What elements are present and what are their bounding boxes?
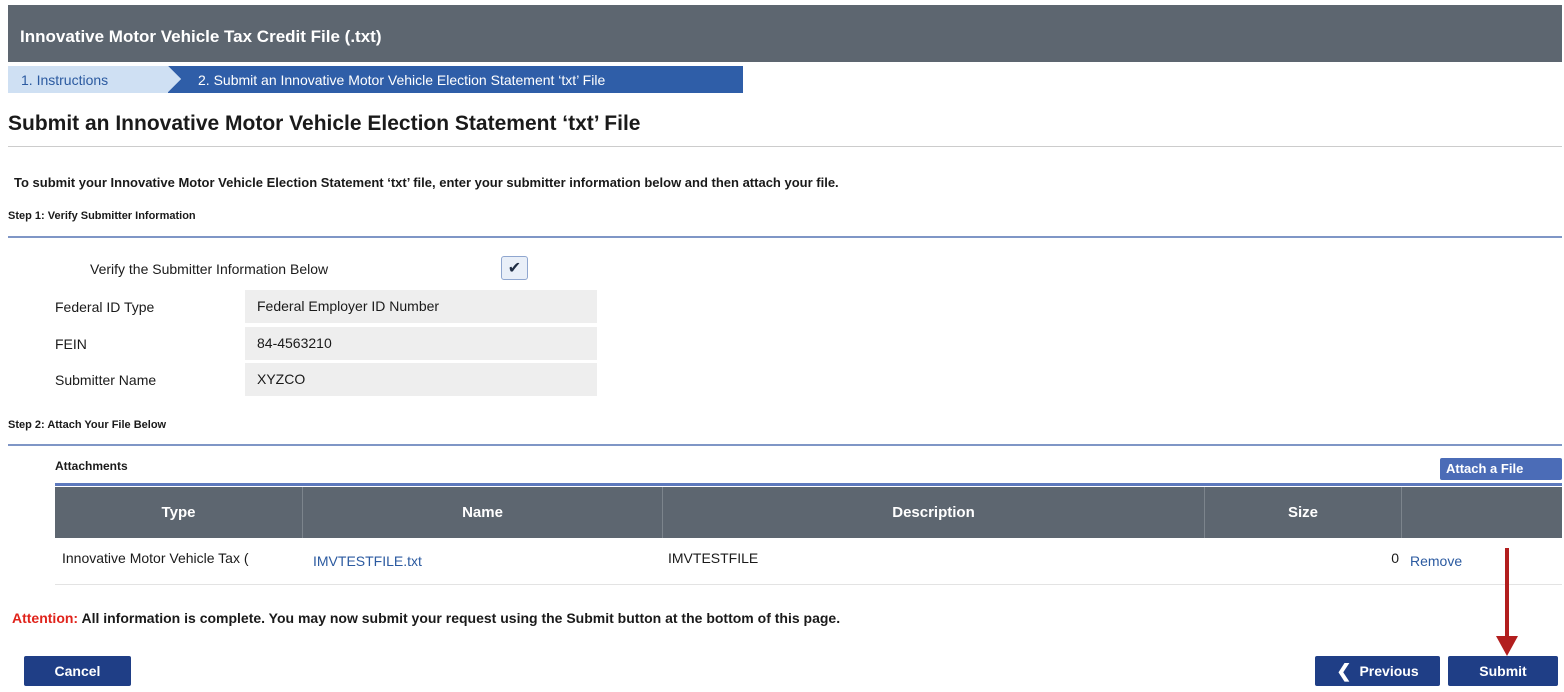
step1-divider <box>8 236 1562 238</box>
cell-type: Innovative Motor Vehicle Tax ( <box>62 550 249 566</box>
checkmark-icon: ✔ <box>507 260 522 277</box>
attachments-divider <box>55 483 1562 486</box>
remove-link[interactable]: Remove <box>1402 540 1562 584</box>
attention-label: Attention: <box>12 610 79 626</box>
previous-button[interactable]: ❮ Previous <box>1315 656 1440 686</box>
submit-button[interactable]: Submit <box>1448 656 1558 686</box>
column-header-type[interactable]: Type <box>55 487 303 538</box>
step2-heading: Step 2: Attach Your File Below <box>8 419 167 431</box>
intro-text: To submit your Innovative Motor Vehicle … <box>14 175 839 190</box>
previous-button-label: Previous <box>1359 663 1419 679</box>
cancel-button-label: Cancel <box>54 663 101 679</box>
column-header-description[interactable]: Description <box>663 487 1205 538</box>
annotation-arrow-shaft <box>1505 548 1509 638</box>
verify-checkbox[interactable]: ✔ <box>501 256 528 280</box>
wizard-steps: 1. Instructions 2. Submit an Innovative … <box>8 66 743 93</box>
fein-label: FEIN <box>55 336 87 352</box>
step2-divider <box>8 444 1562 446</box>
cell-size: 0 <box>1391 550 1399 566</box>
attachments-table-header: Type Name Description Size <box>55 487 1562 538</box>
wizard-step-submit-file[interactable]: 2. Submit an Innovative Motor Vehicle El… <box>168 66 743 93</box>
column-header-size[interactable]: Size <box>1205 487 1402 538</box>
fein-value: 84-4563210 <box>245 327 597 360</box>
attach-file-button[interactable]: Attach a File <box>1440 458 1562 480</box>
page-title: Submit an Innovative Motor Vehicle Elect… <box>8 112 641 135</box>
verify-label: Verify the Submitter Information Below <box>90 261 329 277</box>
submitter-name-value: XYZCO <box>245 363 597 396</box>
window-title: Innovative Motor Vehicle Tax Credit File… <box>20 27 382 46</box>
wizard-step-instructions[interactable]: 1. Instructions <box>8 66 181 93</box>
wizard-step-label: 1. Instructions <box>21 72 109 88</box>
attention-text: All information is complete. You may now… <box>78 610 841 626</box>
arrow-down-icon <box>1496 636 1518 656</box>
window-title-bar: Innovative Motor Vehicle Tax Credit File… <box>8 5 1562 62</box>
column-header-actions <box>1402 487 1562 538</box>
federal-id-type-label: Federal ID Type <box>55 299 155 315</box>
file-name-link[interactable]: IMVTESTFILE.txt <box>303 540 663 584</box>
submitter-name-label: Submitter Name <box>55 372 157 388</box>
attention-message: Attention: All information is complete. … <box>12 610 840 626</box>
federal-id-type-value: Federal Employer ID Number <box>245 290 597 323</box>
cancel-button[interactable]: Cancel <box>24 656 131 686</box>
table-row: Innovative Motor Vehicle Tax ( IMVTESTFI… <box>55 540 1562 585</box>
step1-heading: Step 1: Verify Submitter Information <box>8 210 196 222</box>
submit-button-label: Submit <box>1479 663 1527 679</box>
column-header-name[interactable]: Name <box>303 487 663 538</box>
title-divider <box>8 146 1562 147</box>
wizard-step-label: 2. Submit an Innovative Motor Vehicle El… <box>198 72 606 88</box>
chevron-left-icon: ❮ <box>1336 661 1352 681</box>
cell-description: IMVTESTFILE <box>668 550 759 566</box>
attachments-title: Attachments <box>55 459 128 473</box>
